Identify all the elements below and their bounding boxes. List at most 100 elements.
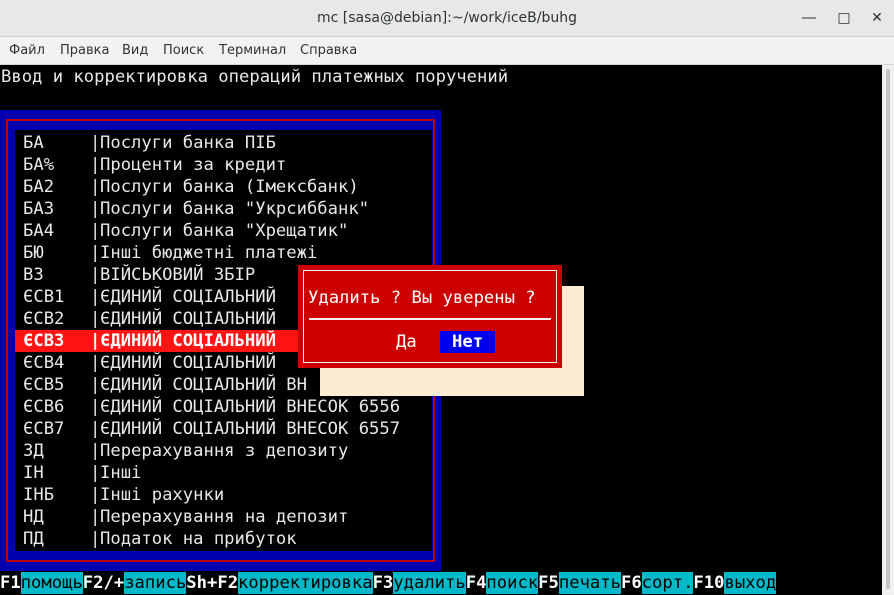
window-title: mc [sasa@debian]:~/work/iceB/buhg <box>317 10 577 26</box>
menu-help[interactable]: Справка <box>300 37 357 64</box>
menu-search[interactable]: Поиск <box>163 37 204 64</box>
item-code: БА4 <box>23 221 55 241</box>
list-item[interactable]: БА | Послуги банка ПІБ <box>15 132 432 154</box>
menu-file[interactable]: Файл <box>9 37 45 64</box>
function-key-bar: F1 помощь F2/+ запись Sh+F2 корректировка F3 уд… <box>0 572 777 594</box>
item-description: Інші <box>100 463 142 483</box>
dialog-frame <box>303 270 557 363</box>
fkey-4-label[interactable]: поиск <box>486 572 539 594</box>
item-code: ПД <box>23 529 44 549</box>
item-separator: | <box>90 507 101 527</box>
scrollbar-thumb[interactable] <box>886 69 890 589</box>
fkey-2-key[interactable]: Sh+F2 <box>186 572 239 594</box>
no-button[interactable]: Нет <box>440 331 496 353</box>
item-code: ЗД <box>23 441 44 461</box>
fkey-7-key[interactable]: F10 <box>693 572 725 594</box>
item-description: Перерахування на депозит <box>100 507 349 527</box>
item-separator: | <box>90 419 101 439</box>
item-separator: | <box>90 375 101 395</box>
item-description: ЄДИНИЙ СОЦІАЛЬНИЙ <box>100 287 276 307</box>
list-item[interactable]: БЮ | Інші бюджетні платежі <box>15 242 432 264</box>
fkey-7-label[interactable]: выход <box>724 572 777 594</box>
item-description: Послуги банка "Укрсиббанк" <box>100 199 370 219</box>
item-separator: | <box>90 353 101 373</box>
item-description: Інші рахунки <box>100 485 225 505</box>
list-item[interactable]: БА4 | Послуги банка "Хрещатик" <box>15 220 432 242</box>
item-description: ЄДИНИЙ СОЦІАЛЬНИЙ ВНЕСОК 6556 <box>100 397 401 417</box>
fkey-3-label[interactable]: удалить <box>393 572 466 594</box>
menu-view[interactable]: Вид <box>122 37 148 64</box>
item-description: ЄДИНИЙ СОЦІАЛЬНИЙ <box>100 353 276 373</box>
menu-terminal[interactable]: Терминал <box>219 37 286 64</box>
item-code: ЄСВ2 <box>23 309 65 329</box>
item-description: Послуги банка (Імексбанк) <box>100 177 359 197</box>
item-code: ЄСВ3 <box>23 331 65 351</box>
item-description: Проценти за кредит <box>100 155 287 175</box>
fkey-6-key[interactable]: F6 <box>620 572 642 594</box>
list-item[interactable]: БА3 | Послуги банка "Укрсиббанк" <box>15 198 432 220</box>
item-code: ЄСВ7 <box>23 419 65 439</box>
item-separator: | <box>90 199 101 219</box>
item-separator: | <box>90 287 101 307</box>
fkey-6-label[interactable]: сорт. <box>641 572 694 594</box>
item-separator: | <box>90 177 101 197</box>
dialog-divider <box>309 318 551 320</box>
fkey-5-key[interactable]: F5 <box>538 572 559 594</box>
list-item[interactable]: ЗД | Перерахування з депозиту <box>15 440 432 462</box>
item-code: БА <box>23 133 44 153</box>
item-separator: | <box>90 309 101 329</box>
dialog-message: Удалить ? Вы уверены ? <box>308 288 536 308</box>
close-icon[interactable]: ✕ <box>868 9 886 27</box>
item-code: ІН <box>23 463 44 483</box>
fkey-4-key[interactable]: F4 <box>465 572 487 594</box>
item-description: Послуги банка ПІБ <box>100 133 276 153</box>
list-item[interactable]: БА% | Проценти за кредит <box>15 154 432 176</box>
fkey-3-key[interactable]: F3 <box>372 572 394 594</box>
terminal-scrollbar[interactable] <box>882 65 894 595</box>
item-description: Податок на прибуток <box>100 529 297 549</box>
screen-heading: Ввод и корректировка операций платежных … <box>1 67 509 87</box>
window-titlebar: mc [sasa@debian]:~/work/iceB/buhg ― □ ✕ <box>0 0 894 37</box>
item-separator: | <box>90 133 101 153</box>
item-code: ЄСВ4 <box>23 353 65 373</box>
item-separator: | <box>90 529 101 549</box>
fkey-2-label[interactable]: корректировка <box>238 572 373 594</box>
item-separator: | <box>90 243 101 263</box>
item-separator: | <box>90 265 101 285</box>
item-separator: | <box>90 463 101 483</box>
fkey-0-key[interactable]: F1 <box>0 572 21 594</box>
list-item[interactable]: НД | Перерахування на депозит <box>15 506 432 528</box>
fkey-1-key[interactable]: F2/+ <box>82 572 125 594</box>
list-item[interactable]: ПД | Податок на прибуток <box>15 528 432 550</box>
menu-edit[interactable]: Правка <box>60 37 109 64</box>
minimize-icon[interactable]: ― <box>800 9 818 27</box>
confirm-dialog: Удалить ? Вы уверены ? Да Нет <box>298 265 562 368</box>
list-item[interactable]: ЄСВ6 | ЄДИНИЙ СОЦІАЛЬНИЙ ВНЕСОК 6556 <box>15 396 432 418</box>
item-description: Перерахування з депозиту <box>100 441 349 461</box>
maximize-icon[interactable]: □ <box>835 9 853 27</box>
item-code: ЄСВ6 <box>23 397 65 417</box>
item-separator: | <box>90 221 101 241</box>
item-code: ЄСВ5 <box>23 375 65 395</box>
list-item[interactable]: ЄСВ7 | ЄДИНИЙ СОЦІАЛЬНИЙ ВНЕСОК 6557 <box>15 418 432 440</box>
fkey-5-label[interactable]: печать <box>558 572 621 594</box>
list-item[interactable]: ІНБ | Інші рахунки <box>15 484 432 506</box>
item-code: ІНБ <box>23 485 55 505</box>
item-separator: | <box>90 485 101 505</box>
item-code: НД <box>23 507 44 527</box>
item-separator: | <box>90 155 101 175</box>
item-separator: | <box>90 331 101 351</box>
list-item[interactable]: БА2 | Послуги банка (Імексбанк) <box>15 176 432 198</box>
item-code: БА2 <box>23 177 55 197</box>
item-description: ЄДИНИЙ СОЦІАЛЬНИЙ ВНЕСОК 6557 <box>100 419 401 439</box>
yes-button[interactable]: Да <box>393 331 420 353</box>
item-code: БА3 <box>23 199 55 219</box>
list-item[interactable]: ІН | Інші <box>15 462 432 484</box>
item-code: ВЗ <box>23 265 44 285</box>
item-code: БА% <box>23 155 55 175</box>
fkey-1-label[interactable]: запись <box>124 572 187 594</box>
fkey-0-label[interactable]: помощь <box>20 572 83 594</box>
item-description: ЄДИНИЙ СОЦІАЛЬНИЙ <box>100 331 276 351</box>
item-description: ВІЙСЬКОВИЙ ЗБІР <box>100 265 256 285</box>
item-description: Послуги банка "Хрещатик" <box>100 221 349 241</box>
